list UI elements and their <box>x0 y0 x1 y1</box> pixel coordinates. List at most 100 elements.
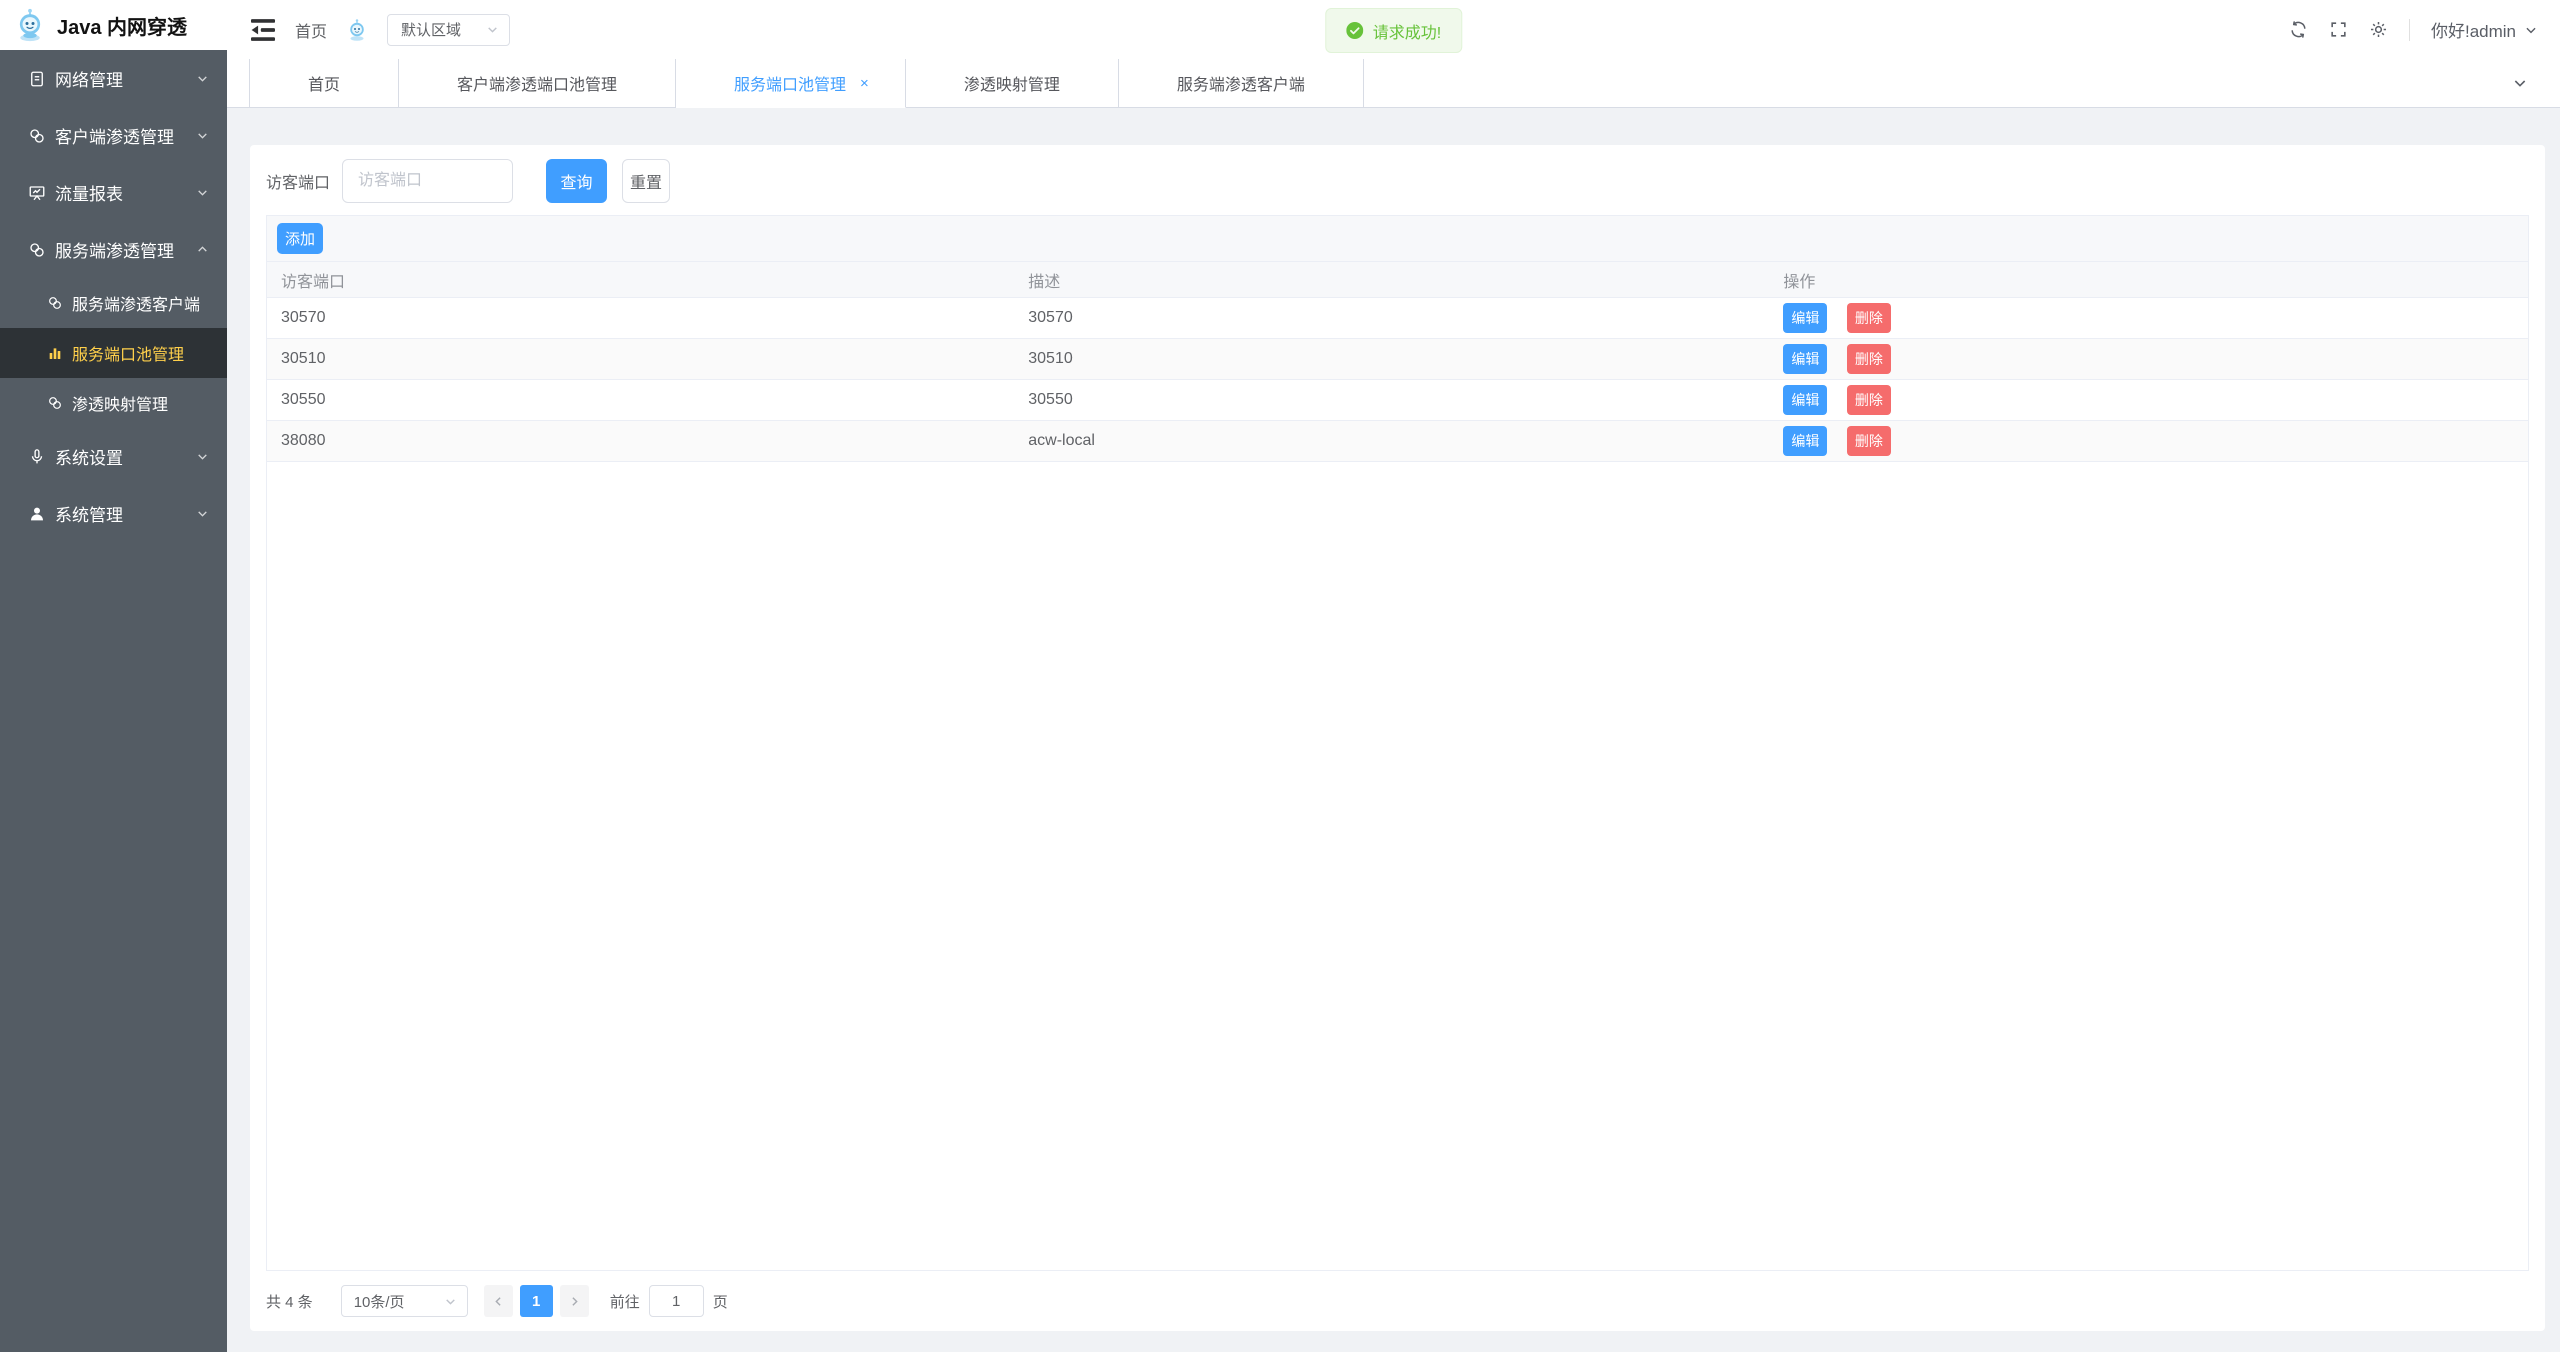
delete-button[interactable]: 删除 <box>1847 385 1891 415</box>
link-icon <box>28 241 46 259</box>
sidebar-subitem-server-port-pool[interactable]: 服务端口池管理 <box>0 328 227 378</box>
sidebar-item-system-management[interactable]: 系统管理 <box>0 485 227 542</box>
user-greeting: 你好!admin <box>2431 17 2516 42</box>
sidebar-item-client-penetration[interactable]: 客户端渗透管理 <box>0 107 227 164</box>
navbar-left: 首页 默认区域 <box>249 14 510 46</box>
sidebar-item-label: 网络管理 <box>55 66 196 91</box>
tabs-bar: 首页 客户端渗透端口池管理 服务端口池管理 × 渗透映射管理 服务端渗透客户端 <box>227 59 2560 108</box>
sidebar: Java 内网穿透 网络管理 客户端渗透管理 流量报表 <box>0 0 227 1352</box>
sidebar-subitem-server-penetration-client[interactable]: 服务端渗透客户端 <box>0 278 227 328</box>
visitor-port-input[interactable] <box>342 159 513 203</box>
user-menu[interactable]: 你好!admin <box>2431 17 2538 42</box>
chevron-left-icon <box>492 1295 505 1308</box>
goto-page-input[interactable] <box>649 1285 704 1317</box>
edit-button[interactable]: 编辑 <box>1783 385 1827 415</box>
table-container: 添加 访客端口 描述 操作 30570 30570 编辑 删除 30510 <box>266 215 2529 1271</box>
add-button[interactable]: 添加 <box>277 223 323 254</box>
chevron-down-icon <box>196 72 209 85</box>
chevron-down-icon <box>196 186 209 199</box>
cell-actions: 编辑 删除 <box>1769 426 2528 456</box>
column-header-desc: 描述 <box>1014 268 1769 292</box>
edit-button[interactable]: 编辑 <box>1783 426 1827 456</box>
table-header-row: 访客端口 描述 操作 <box>267 262 2528 298</box>
tab-label: 渗透映射管理 <box>964 71 1060 95</box>
bar-chart-icon <box>47 345 63 361</box>
table-row: 38080 acw-local 编辑 删除 <box>267 421 2528 462</box>
edit-button[interactable]: 编辑 <box>1783 344 1827 374</box>
region-select-value: 默认区域 <box>401 19 486 40</box>
document-icon <box>28 70 46 88</box>
sidebar-item-traffic-report[interactable]: 流量报表 <box>0 164 227 221</box>
query-button[interactable]: 查询 <box>546 159 607 203</box>
reset-button[interactable]: 重置 <box>622 159 670 203</box>
sidebar-item-network[interactable]: 网络管理 <box>0 50 227 107</box>
theme-icon[interactable] <box>2369 20 2388 39</box>
cell-port: 30550 <box>267 391 1014 409</box>
table-row: 30510 30510 编辑 删除 <box>267 339 2528 380</box>
content-card: 访客端口 查询 重置 添加 访客端口 描述 操作 30570 30570 <box>250 145 2545 1331</box>
cell-desc: 30510 <box>1014 350 1769 368</box>
fullscreen-icon[interactable] <box>2329 20 2348 39</box>
tab-server-port-pool[interactable]: 服务端口池管理 × <box>676 59 906 108</box>
page-size-value: 10条/页 <box>354 1291 444 1312</box>
next-page-button[interactable] <box>560 1285 589 1317</box>
sidebar-item-server-penetration[interactable]: 服务端渗透管理 <box>0 221 227 278</box>
pagination-total: 共 4 条 <box>266 1291 313 1312</box>
board-chart-icon <box>28 184 46 202</box>
sidebar-item-label: 服务端渗透管理 <box>55 237 196 262</box>
main-area: 首页 默认区域 <box>227 0 2560 1352</box>
region-select[interactable]: 默认区域 <box>387 14 510 46</box>
chevron-down-icon <box>2512 75 2528 91</box>
divider <box>2409 19 2410 41</box>
microphone-icon <box>28 448 46 466</box>
breadcrumb[interactable]: 首页 <box>295 18 327 42</box>
column-header-port: 访客端口 <box>267 268 1014 292</box>
sidebar-subitem-label: 渗透映射管理 <box>72 391 168 415</box>
chevron-down-icon <box>2524 23 2538 37</box>
check-circle-icon <box>1346 22 1363 39</box>
user-icon <box>28 505 46 523</box>
chevron-down-icon <box>196 129 209 142</box>
sidebar-item-label: 客户端渗透管理 <box>55 123 196 148</box>
page-size-select[interactable]: 10条/页 <box>341 1285 468 1317</box>
app-logo-robot-icon <box>12 7 48 43</box>
tab-label: 服务端口池管理 <box>734 71 846 95</box>
tab-label: 首页 <box>308 71 340 95</box>
refresh-icon[interactable] <box>2289 20 2308 39</box>
cell-actions: 编辑 删除 <box>1769 344 2528 374</box>
sidebar-menu: 网络管理 客户端渗透管理 流量报表 服务端渗透管理 <box>0 50 227 1352</box>
delete-button[interactable]: 删除 <box>1847 303 1891 333</box>
sidebar-subitem-label: 服务端渗透客户端 <box>72 291 200 315</box>
tab-close-icon[interactable]: × <box>860 76 869 91</box>
navbar: 首页 默认区域 <box>227 0 2560 59</box>
pagination: 共 4 条 10条/页 1 前往 页 <box>266 1285 2529 1317</box>
sidebar-collapse-icon[interactable] <box>249 18 277 42</box>
edit-button[interactable]: 编辑 <box>1783 303 1827 333</box>
cell-desc: 30570 <box>1014 309 1769 327</box>
filter-form: 访客端口 查询 重置 <box>266 159 2529 203</box>
delete-button[interactable]: 删除 <box>1847 426 1891 456</box>
goto-label: 前往 <box>610 1291 640 1312</box>
cell-actions: 编辑 删除 <box>1769 385 2528 415</box>
prev-page-button[interactable] <box>484 1285 513 1317</box>
column-header-actions: 操作 <box>1769 268 2528 292</box>
tab-client-port-pool[interactable]: 客户端渗透端口池管理 <box>399 59 676 107</box>
tab-home[interactable]: 首页 <box>249 59 399 107</box>
tab-penetration-mapping[interactable]: 渗透映射管理 <box>906 59 1119 107</box>
tab-server-penetration-client[interactable]: 服务端渗透客户端 <box>1119 59 1364 107</box>
cell-port: 38080 <box>267 432 1014 450</box>
cell-port: 30570 <box>267 309 1014 327</box>
chevron-down-icon <box>196 450 209 463</box>
sidebar-item-label: 流量报表 <box>55 180 196 205</box>
sidebar-subitem-penetration-mapping[interactable]: 渗透映射管理 <box>0 378 227 428</box>
tabs-dropdown-toggle[interactable] <box>2512 59 2560 107</box>
chevron-right-icon <box>568 1295 581 1308</box>
cell-desc: acw-local <box>1014 432 1769 450</box>
delete-button[interactable]: 删除 <box>1847 344 1891 374</box>
page-number-button[interactable]: 1 <box>520 1285 553 1317</box>
robot-icon <box>345 18 369 42</box>
content-area: 访客端口 查询 重置 添加 访客端口 描述 操作 30570 30570 <box>227 108 2560 1352</box>
sidebar-item-system-settings[interactable]: 系统设置 <box>0 428 227 485</box>
navbar-right: 你好!admin <box>2289 17 2538 42</box>
sidebar-item-label: 系统设置 <box>55 444 196 469</box>
